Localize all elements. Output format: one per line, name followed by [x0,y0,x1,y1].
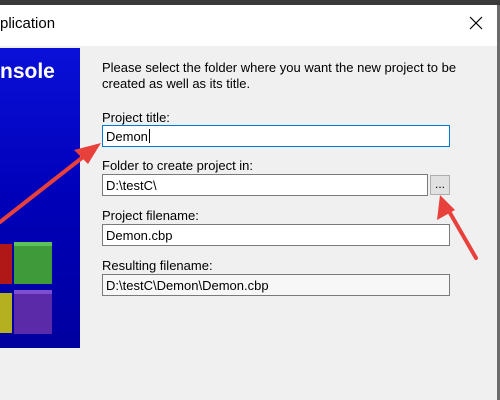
cube-red [0,244,12,284]
title-bar-edge [0,0,500,5]
resulting-filename-value: D:\testC\Demon\Demon.cbp [106,278,269,293]
close-button[interactable] [458,8,494,38]
window-title: plication [0,15,56,32]
project-title-input[interactable]: Demon [102,125,450,147]
project-title-value: Demon [106,129,148,144]
folder-label: Folder to create project in: [102,158,254,173]
close-icon [469,16,483,30]
browse-button-label: ... [434,177,445,191]
wizard-banner: nsole [0,48,80,348]
project-title-label: Project title: [102,110,170,125]
project-filename-value: Demon.cbp [106,228,173,243]
resulting-filename-field: D:\testC\Demon\Demon.cbp [102,274,450,296]
cube-green [14,242,52,284]
project-filename-label: Project filename: [102,208,199,223]
banner-title: nsole [0,60,55,83]
text-caret [148,129,150,143]
browse-folder-button[interactable]: ... [430,175,450,195]
folder-value: D:\testC\ [106,178,157,193]
wizard-description: Please select the folder where you want … [102,60,457,91]
cube-purple [14,290,52,334]
title-bar: plication [0,0,500,46]
project-filename-input[interactable]: Demon.cbp [102,224,450,246]
folder-input[interactable]: D:\testC\ [102,174,428,196]
resulting-filename-label: Resulting filename: [102,258,213,273]
cube-yellow [0,293,12,333]
